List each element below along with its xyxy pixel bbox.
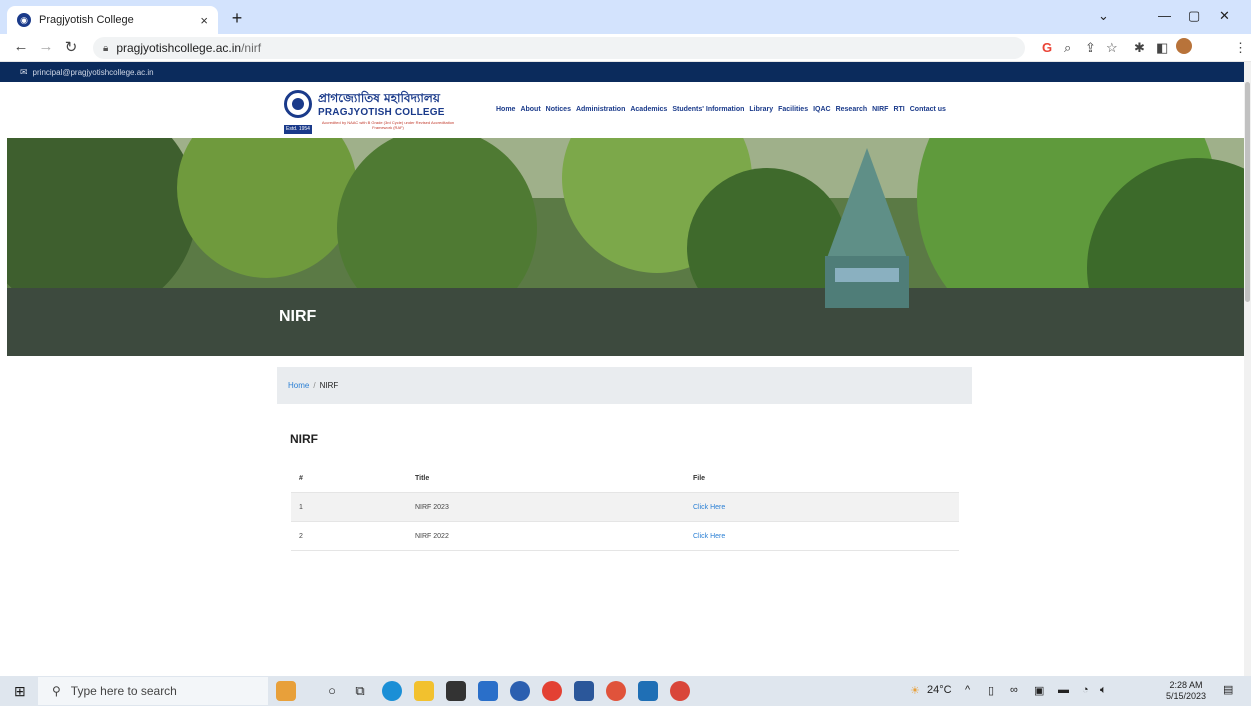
nav-library[interactable]: Library <box>749 106 773 113</box>
site-top-bar: ✉ principal@pragjyotishcollege.ac.in <box>0 62 1244 82</box>
mail-icon: ✉ <box>20 66 28 77</box>
nav-iqac[interactable]: IQAC <box>813 106 831 113</box>
url-host: pragjyotishcollege.ac.in <box>116 41 242 55</box>
nirf-table: # Title File 1 NIRF 2023 Click Here 2 NI… <box>291 464 959 551</box>
row-number: 2 <box>299 532 303 540</box>
page-banner <box>7 138 1244 356</box>
chrome-icon[interactable] <box>542 681 562 701</box>
extensions-icon[interactable]: ✱ <box>1134 40 1145 56</box>
screen: ◉ Pragjyotish College × + ⌄ — ▢ ✕ ← → ↻ … <box>0 0 1251 706</box>
taskbar-search-box[interactable]: ⚲ Type here to search <box>38 677 268 705</box>
taskbar-clock[interactable]: 2:28 AM 5/15/2023 <box>1166 680 1206 702</box>
wifi-icon[interactable]: ◔ <box>1082 684 1089 696</box>
row-title: NIRF 2023 <box>415 503 449 511</box>
new-tab-button[interactable]: + <box>226 7 248 29</box>
search-icon: ⚲ <box>52 684 61 698</box>
zoom-icon[interactable]: ⌕ <box>1064 40 1071 56</box>
chrome-app-icon[interactable] <box>670 681 690 701</box>
close-window-icon[interactable]: ✕ <box>1219 8 1230 24</box>
side-panel-icon[interactable]: ◧ <box>1156 40 1168 56</box>
tab-close-icon[interactable]: × <box>200 13 208 28</box>
word-icon[interactable] <box>574 681 594 701</box>
breadcrumb-separator: / <box>313 381 316 390</box>
college-logo[interactable] <box>284 90 312 118</box>
nav-students-information[interactable]: Students' Information <box>672 106 744 113</box>
breadcrumb-current: NIRF <box>319 381 339 390</box>
banner-photo <box>7 138 1244 356</box>
column-header-file: File <box>693 474 706 482</box>
contact-email[interactable]: principal@pragjyotishcollege.ac.in <box>33 68 154 77</box>
row-number: 1 <box>299 503 303 511</box>
nav-contact-us[interactable]: Contact us <box>910 106 946 113</box>
nav-research[interactable]: Research <box>836 106 868 113</box>
task-view-icon[interactable]: ⧉ <box>350 681 370 701</box>
chrome-profile-icon[interactable] <box>606 681 626 701</box>
widget-icon[interactable] <box>276 681 296 701</box>
store-icon[interactable] <box>446 681 466 701</box>
reload-icon[interactable]: ↻ <box>62 38 80 56</box>
clock-time: 2:28 AM <box>1169 680 1203 690</box>
back-icon[interactable]: ← <box>12 38 30 55</box>
breadcrumb: Home / NIRF <box>277 367 972 404</box>
url-path: /nirf <box>241 41 262 55</box>
taskbar-search-placeholder: Type here to search <box>70 684 177 698</box>
cortana-icon[interactable]: ○ <box>322 681 342 701</box>
nav-facilities[interactable]: Facilities <box>778 106 808 113</box>
battery-icon[interactable]: ▬ <box>1058 684 1069 696</box>
browser-menu-icon[interactable]: ⋮ <box>1234 40 1247 56</box>
nav-rti[interactable]: RTI <box>893 106 904 113</box>
scrollbar-thumb[interactable] <box>1245 82 1250 302</box>
row-file-link[interactable]: Click Here <box>693 533 959 540</box>
breadcrumb-home-link[interactable]: Home <box>288 381 309 390</box>
logo-emblem-icon <box>292 98 304 110</box>
nav-administration[interactable]: Administration <box>576 106 625 113</box>
column-header-title: Title <box>415 474 430 482</box>
tray-app-icon[interactable]: ▯ <box>988 684 994 697</box>
brand-name-english: PRAGJYOTISH COLLEGE <box>318 107 445 118</box>
brand-subtitle: Accredited by NAAC with B Grade (3rd Cyc… <box>321 120 455 130</box>
section-title: NIRF <box>290 432 318 446</box>
windows-start-icon[interactable]: ⊞ <box>14 683 26 700</box>
maximize-icon[interactable]: ▢ <box>1188 8 1200 24</box>
column-header-number: # <box>299 474 303 482</box>
tab-search-chevron-icon[interactable]: ⌄ <box>1098 8 1109 24</box>
tab-title: Pragjyotish College <box>39 14 134 26</box>
weather-temperature[interactable]: 24°C <box>927 684 952 696</box>
share-icon[interactable]: ⇪ <box>1085 40 1096 56</box>
table-row: 2 NIRF 2022 Click Here <box>291 522 959 551</box>
nav-about[interactable]: About <box>520 106 540 113</box>
nav-home[interactable]: Home <box>496 106 515 113</box>
table-header-row: # Title File <box>291 464 959 493</box>
file-explorer-icon[interactable] <box>414 681 434 701</box>
profile-avatar[interactable] <box>1176 38 1192 54</box>
row-file-link[interactable]: Click Here <box>693 504 959 511</box>
nav-academics[interactable]: Academics <box>630 106 667 113</box>
tray-screen-icon[interactable]: ▣ <box>1034 684 1044 697</box>
forward-icon[interactable]: → <box>37 38 55 55</box>
photos-icon[interactable] <box>638 681 658 701</box>
tray-sync-icon[interactable]: ∞ <box>1010 684 1018 696</box>
lock-icon: 🔒︎ <box>103 42 109 54</box>
banner-title: NIRF <box>279 308 317 325</box>
nav-notices[interactable]: Notices <box>546 106 571 113</box>
main-nav: Home About Notices Administration Academ… <box>496 106 946 113</box>
bookmark-star-icon[interactable]: ☆ <box>1106 40 1118 56</box>
browser-tab[interactable]: ◉ Pragjyotish College × <box>7 6 218 34</box>
row-title: NIRF 2022 <box>415 532 449 540</box>
weather-icon[interactable]: ☀ <box>910 684 920 697</box>
google-lens-icon[interactable]: G <box>1042 40 1052 55</box>
edge-icon[interactable] <box>382 681 402 701</box>
estd-badge: Estd. 1954 <box>284 125 312 134</box>
minimize-icon[interactable]: — <box>1158 8 1171 23</box>
volume-icon[interactable]: 🔈︎ <box>1100 684 1107 697</box>
nav-nirf[interactable]: NIRF <box>872 106 888 113</box>
mail-app-icon[interactable] <box>478 681 498 701</box>
clock-date: 5/15/2023 <box>1166 691 1207 701</box>
table-row: 1 NIRF 2023 Click Here <box>291 493 959 522</box>
tray-chevron-icon[interactable]: ^ <box>965 684 970 696</box>
notification-icon[interactable]: ▤ <box>1223 683 1233 696</box>
site-favicon-icon: ◉ <box>17 13 31 27</box>
address-bar[interactable]: 🔒︎ pragjyotishcollege.ac.in/nirf <box>93 37 1025 59</box>
search-app-icon[interactable] <box>510 681 530 701</box>
